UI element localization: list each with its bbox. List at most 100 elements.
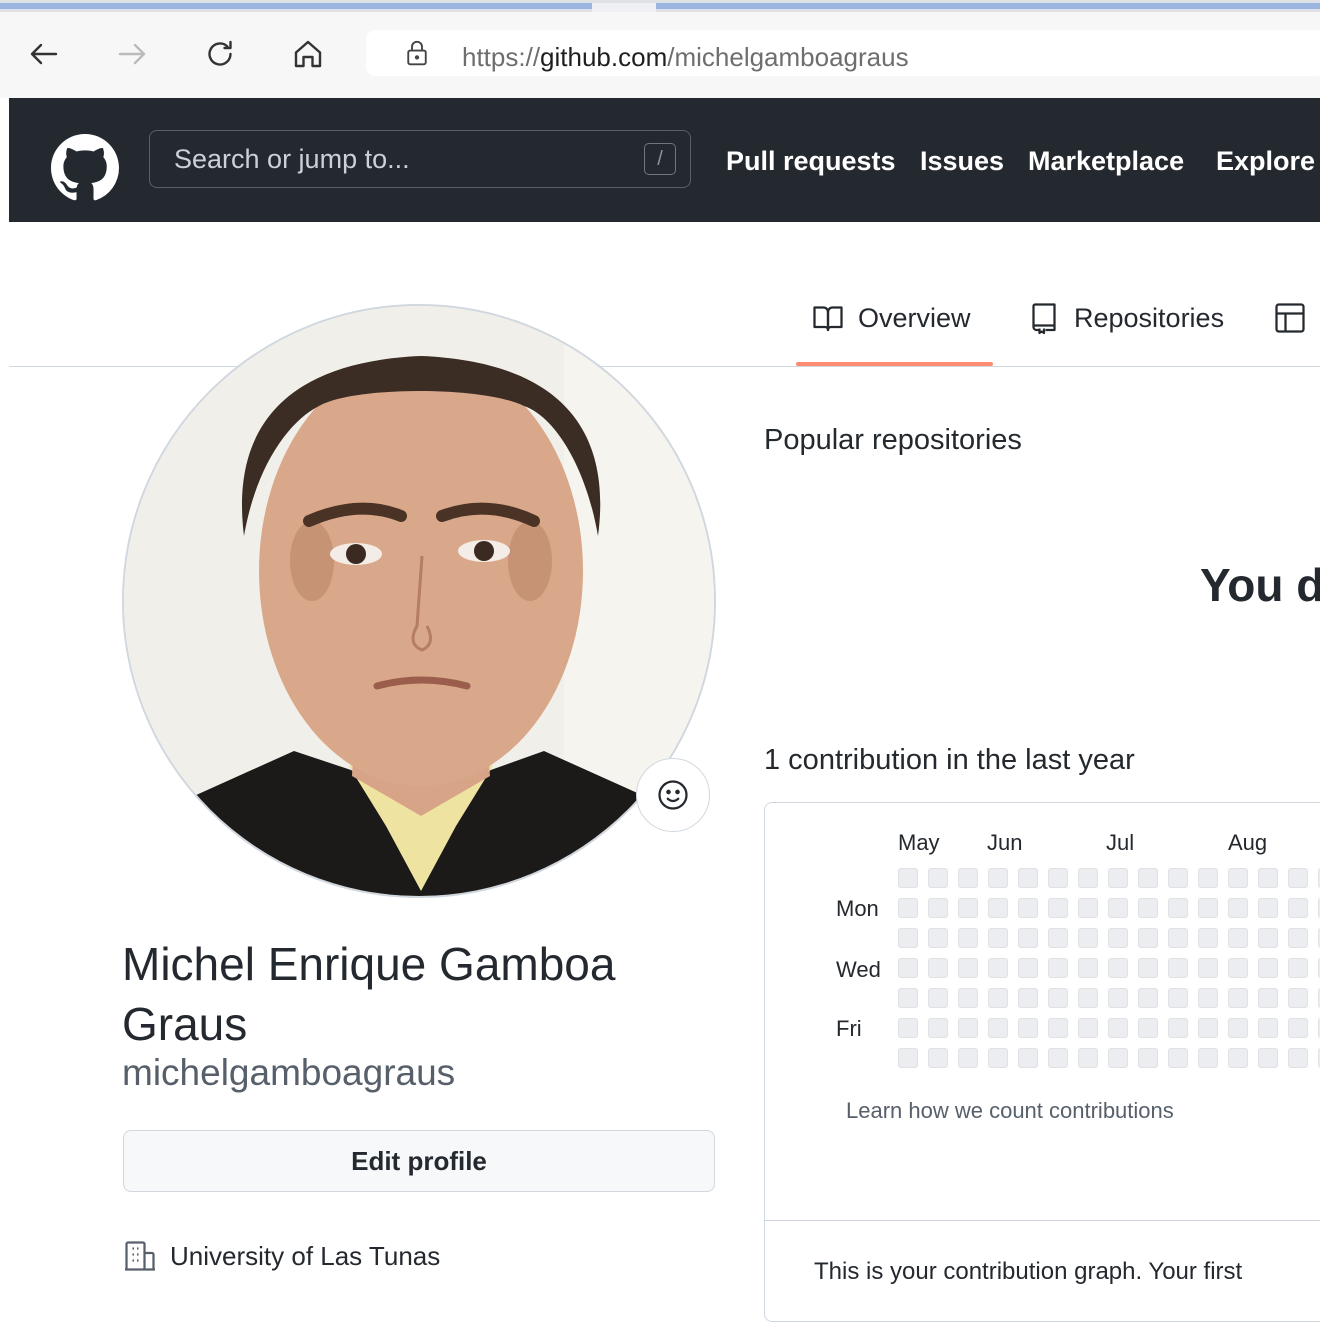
contribution-cell[interactable] [1048, 1048, 1068, 1068]
contribution-cell[interactable] [1288, 928, 1308, 948]
contribution-cell[interactable] [928, 1048, 948, 1068]
contribution-cell[interactable] [1228, 1018, 1248, 1038]
contribution-cell[interactable] [1198, 988, 1218, 1008]
contribution-cell[interactable] [1018, 988, 1038, 1008]
nav-issues[interactable]: Issues [920, 146, 1004, 177]
github-logo-icon[interactable] [51, 134, 119, 202]
contribution-cell[interactable] [1228, 958, 1248, 978]
contribution-cell[interactable] [988, 928, 1008, 948]
search-input[interactable] [174, 141, 614, 177]
contribution-cell[interactable] [988, 988, 1008, 1008]
contribution-cell[interactable] [988, 1018, 1008, 1038]
nav-marketplace[interactable]: Marketplace [1028, 146, 1184, 177]
nav-explore[interactable]: Explore [1216, 146, 1315, 177]
contribution-cell[interactable] [928, 868, 948, 888]
contribution-cell[interactable] [1078, 928, 1098, 948]
contribution-cell[interactable] [1018, 958, 1038, 978]
contribution-cell[interactable] [1078, 1048, 1098, 1068]
contribution-cell[interactable] [1138, 868, 1158, 888]
tab-repositories[interactable]: Repositories [1026, 300, 1224, 336]
contribution-cell[interactable] [1108, 988, 1128, 1008]
contribution-cell[interactable] [1138, 928, 1158, 948]
contribution-cell[interactable] [1048, 1018, 1068, 1038]
contribution-cell[interactable] [1198, 868, 1218, 888]
contribution-cell[interactable] [1258, 1018, 1278, 1038]
contribution-cell[interactable] [1258, 928, 1278, 948]
contribution-cell[interactable] [1138, 1048, 1158, 1068]
contribution-cell[interactable] [958, 1048, 978, 1068]
contribution-cell[interactable] [1168, 1018, 1188, 1038]
contribution-cell[interactable] [1168, 928, 1188, 948]
contribution-cell[interactable] [1198, 1018, 1218, 1038]
contribution-cell[interactable] [928, 928, 948, 948]
contribution-cell[interactable] [1258, 1048, 1278, 1068]
contribution-cell[interactable] [958, 958, 978, 978]
contribution-cell[interactable] [958, 1018, 978, 1038]
nav-pull-requests[interactable]: Pull requests [726, 146, 896, 177]
contribution-cell[interactable] [928, 958, 948, 978]
contribution-cell[interactable] [1228, 988, 1248, 1008]
contribution-cell[interactable] [898, 988, 918, 1008]
set-status-button[interactable] [636, 758, 710, 832]
contribution-cell[interactable] [958, 928, 978, 948]
contribution-cell[interactable] [1018, 868, 1038, 888]
contribution-cell[interactable] [1288, 958, 1308, 978]
contribution-cell[interactable] [1138, 1018, 1158, 1038]
contribution-cell[interactable] [958, 868, 978, 888]
contribution-cell[interactable] [1108, 928, 1128, 948]
contribution-cell[interactable] [898, 898, 918, 918]
contribution-cell[interactable] [1018, 1018, 1038, 1038]
contribution-cell[interactable] [1228, 868, 1248, 888]
contribution-cell[interactable] [1108, 958, 1128, 978]
contribution-cell[interactable] [1198, 928, 1218, 948]
contribution-cell[interactable] [1048, 868, 1068, 888]
contribution-cell[interactable] [1168, 868, 1188, 888]
contribution-cell[interactable] [1048, 988, 1068, 1008]
contribution-cell[interactable] [1078, 988, 1098, 1008]
contribution-cell[interactable] [1168, 898, 1188, 918]
contribution-cell[interactable] [1078, 898, 1098, 918]
contribution-cell[interactable] [928, 988, 948, 1008]
contribution-cell[interactable] [928, 898, 948, 918]
back-button[interactable] [20, 30, 68, 78]
contribution-cell[interactable] [1258, 958, 1278, 978]
learn-contributions-link[interactable]: Learn how we count contributions [846, 1098, 1174, 1124]
contribution-cell[interactable] [1108, 898, 1128, 918]
contribution-cell[interactable] [1048, 898, 1068, 918]
contribution-cell[interactable] [1288, 988, 1308, 1008]
contribution-cell[interactable] [1018, 928, 1038, 948]
contribution-cell[interactable] [1228, 1048, 1248, 1068]
contribution-cell[interactable] [1108, 1048, 1128, 1068]
contribution-cell[interactable] [988, 868, 1008, 888]
contribution-cell[interactable] [1288, 1018, 1308, 1038]
contribution-cell[interactable] [988, 1048, 1008, 1068]
contribution-cell[interactable] [1228, 898, 1248, 918]
contribution-cell[interactable] [1018, 1048, 1038, 1068]
contribution-cell[interactable] [1168, 1048, 1188, 1068]
contribution-cell[interactable] [1288, 868, 1308, 888]
contribution-cell[interactable] [1288, 898, 1308, 918]
contribution-cell[interactable] [1138, 988, 1158, 1008]
contribution-cell[interactable] [1078, 958, 1098, 978]
contribution-cell[interactable] [898, 958, 918, 978]
search-box[interactable]: / [149, 130, 691, 188]
contribution-cell[interactable] [1168, 988, 1188, 1008]
contribution-cell[interactable] [1078, 1018, 1098, 1038]
contribution-cell[interactable] [898, 868, 918, 888]
contribution-cell[interactable] [958, 988, 978, 1008]
contribution-cell[interactable] [1198, 898, 1218, 918]
contribution-cell[interactable] [958, 898, 978, 918]
edit-profile-button[interactable]: Edit profile [123, 1130, 715, 1192]
contribution-cell[interactable] [1018, 898, 1038, 918]
contribution-cell[interactable] [898, 1048, 918, 1068]
contribution-cell[interactable] [1228, 928, 1248, 948]
contribution-cell[interactable] [898, 1018, 918, 1038]
reload-button[interactable] [196, 30, 244, 78]
contribution-cell[interactable] [1048, 958, 1068, 978]
contribution-cell[interactable] [1048, 928, 1068, 948]
contribution-cell[interactable] [898, 928, 918, 948]
address-bar[interactable]: https://github.com/michelgamboagraus [366, 30, 1320, 76]
tab-overview[interactable]: Overview [810, 300, 971, 336]
contribution-cell[interactable] [1108, 868, 1128, 888]
contribution-cell[interactable] [1198, 958, 1218, 978]
